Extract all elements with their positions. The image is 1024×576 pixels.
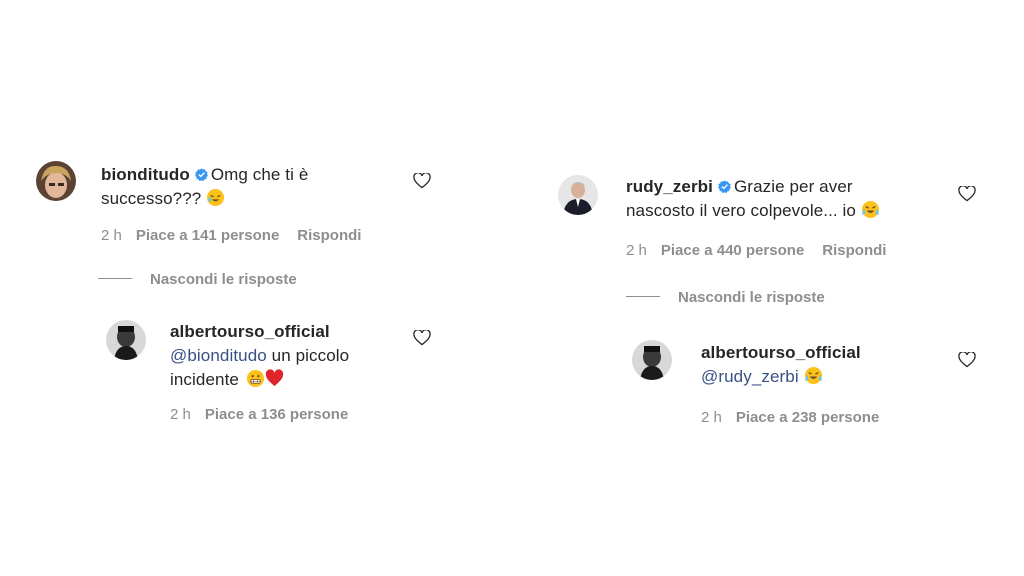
right-comment-thread: rudy_zerbi Grazie per aver nascosto il ve… (512, 0, 1024, 576)
reply-meta-clipped: 2 h Piace a 136 persone (170, 404, 430, 428)
reply-body-line2: incidente (170, 370, 239, 389)
like-heart-icon[interactable] (958, 186, 976, 202)
reply-text: albertourso_official @bionditudo un picc… (170, 320, 430, 392)
hide-replies-label: Nascondi le risposte (150, 271, 297, 288)
timestamp: 2 h (101, 227, 122, 244)
verified-badge-icon (717, 180, 731, 193)
avatar[interactable] (558, 175, 598, 215)
reply-meta: 2 h Piace a 238 persone (701, 409, 897, 426)
red-heart-emoji-icon (265, 369, 283, 387)
likes-count[interactable]: Piace a 440 persone (661, 242, 804, 259)
divider (98, 278, 132, 279)
avatar[interactable] (106, 320, 146, 360)
reply-link[interactable]: Rispondi (822, 242, 886, 259)
comment-text: bionditudo Omg che ti è successo??? (101, 163, 401, 211)
grimacing-emoji-icon (246, 369, 264, 388)
comment-body-line1: Grazie per aver (733, 177, 853, 196)
hide-replies-label: Nascondi le risposte (678, 289, 825, 306)
reply-meta: 2 h Piace a 136 persone (170, 406, 366, 423)
hide-replies-toggle[interactable]: Nascondi le risposte (626, 289, 825, 306)
loudly-crying-laughing-emoji-icon (861, 200, 879, 219)
like-heart-icon[interactable] (413, 330, 431, 346)
likes-count[interactable]: Piace a 238 persone (736, 409, 879, 426)
like-heart-icon[interactable] (958, 352, 976, 368)
comment-meta: 2 h Piace a 141 persone Rispondi (101, 227, 361, 244)
comment-body-line2: nascosto il vero colpevole... io (626, 201, 856, 220)
like-heart-icon[interactable] (413, 173, 431, 189)
timestamp: 2 h (701, 409, 722, 426)
mention-link[interactable]: @rudy_zerbi (701, 367, 799, 386)
comment-text: rudy_zerbi Grazie per aver nascosto il ve… (626, 175, 956, 223)
likes-count[interactable]: Piace a 141 persone (136, 227, 279, 244)
timestamp: 2 h (626, 242, 647, 259)
reply-text: albertourso_official @rudy_zerbi (701, 341, 961, 389)
reply-link[interactable]: Rispondi (297, 227, 361, 244)
verified-badge-icon (194, 168, 208, 181)
timestamp: 2 h (170, 406, 191, 423)
avatar[interactable] (36, 161, 76, 201)
username[interactable]: albertourso_official (701, 343, 861, 362)
avatar[interactable] (632, 340, 672, 380)
username[interactable]: rudy_zerbi (626, 177, 713, 196)
comment-body-line1: Omg che ti è (210, 165, 309, 184)
left-comment-thread: bionditudo Omg che ti è successo??? 2 h Pi… (0, 0, 512, 576)
likes-count[interactable]: Piace a 136 persone (205, 406, 348, 423)
comment-body-line2: successo??? (101, 189, 202, 208)
loudly-crying-laughing-emoji-icon (804, 366, 822, 385)
username[interactable]: albertourso_official (170, 322, 330, 341)
username[interactable]: bionditudo (101, 165, 190, 184)
comment-meta: 2 h Piace a 440 persone Rispondi (626, 242, 886, 259)
reply-body-line1: un piccolo (266, 346, 350, 365)
hide-replies-toggle[interactable]: Nascondi le risposte (98, 271, 297, 288)
crying-laughing-emoji-icon (207, 188, 225, 207)
mention-link[interactable]: @bionditudo (170, 346, 267, 365)
divider (626, 296, 660, 297)
